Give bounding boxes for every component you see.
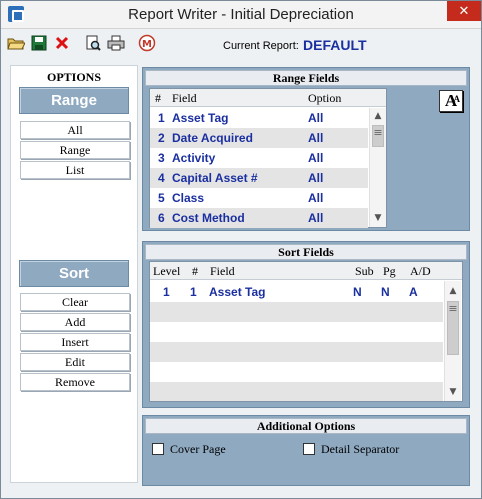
scroll-up-icon[interactable]: ▲ bbox=[445, 283, 461, 299]
sort-row-empty[interactable] bbox=[150, 322, 443, 342]
cover-page-label: Cover Page bbox=[170, 442, 226, 456]
row-level: 1 bbox=[163, 285, 170, 299]
row-sub: N bbox=[353, 285, 362, 299]
col-sub: Sub bbox=[355, 264, 374, 278]
sort-row-empty[interactable] bbox=[150, 362, 443, 382]
scroll-down-icon[interactable]: ▼ bbox=[445, 384, 461, 400]
current-report-label: Current Report: bbox=[223, 40, 299, 52]
row-num: 1 bbox=[158, 111, 165, 125]
row-pg: N bbox=[381, 285, 390, 299]
row-num: 3 bbox=[158, 151, 165, 165]
row-option: All bbox=[308, 211, 324, 225]
row-num: 5 bbox=[158, 191, 165, 205]
additional-options-group: Additional Options Cover Page Detail Sep… bbox=[142, 415, 470, 486]
scroll-thumb[interactable] bbox=[372, 125, 384, 147]
sort-insert-button[interactable]: Insert bbox=[20, 333, 130, 351]
col-num: # bbox=[192, 264, 198, 278]
row-field: Asset Tag bbox=[209, 285, 266, 299]
range-range-button[interactable]: Range bbox=[20, 141, 130, 159]
range-grid-header: # Field Option bbox=[150, 89, 386, 107]
row-num: 6 bbox=[158, 211, 165, 225]
sort-add-button[interactable]: Add bbox=[20, 313, 130, 331]
range-fields-group: Range Fields # Field Option 1 Asset Tag … bbox=[142, 67, 470, 231]
detail-separator-checkbox[interactable] bbox=[303, 443, 315, 455]
range-list-button[interactable]: List bbox=[20, 161, 130, 179]
sort-fields-grid: Level # Field Sub Pg A/D 1 1 Asset Tag N… bbox=[149, 261, 463, 402]
detail-separator-label: Detail Separator bbox=[321, 442, 400, 456]
sort-row-empty[interactable] bbox=[150, 342, 443, 362]
sort-row-empty[interactable] bbox=[150, 302, 443, 322]
close-button[interactable]: ✕ bbox=[447, 1, 481, 21]
sort-remove-button[interactable]: Remove bbox=[20, 373, 130, 391]
col-pg: Pg bbox=[383, 264, 396, 278]
range-row[interactable]: 2 Date Acquired All bbox=[150, 128, 368, 148]
range-all-button[interactable]: All bbox=[20, 121, 130, 139]
range-row[interactable]: 3 Activity All bbox=[150, 148, 368, 168]
row-option: All bbox=[308, 191, 324, 205]
row-field: Class bbox=[172, 191, 205, 205]
row-field: Asset Tag bbox=[172, 111, 229, 125]
sort-grid-header: Level # Field Sub Pg A/D bbox=[150, 262, 462, 280]
font-settings-button[interactable]: AA bbox=[439, 90, 463, 112]
sort-edit-button[interactable]: Edit bbox=[20, 353, 130, 371]
sort-fields-group: Sort Fields Level # Field Sub Pg A/D 1 1… bbox=[142, 241, 470, 408]
range-row[interactable]: 1 Asset Tag All bbox=[150, 108, 368, 128]
current-report-value: DEFAULT bbox=[303, 37, 367, 53]
macro-icon[interactable]: M bbox=[137, 33, 157, 53]
cover-page-checkbox[interactable] bbox=[152, 443, 164, 455]
range-fields-grid: # Field Option 1 Asset Tag All 2 Date Ac… bbox=[149, 88, 387, 228]
row-num: 1 bbox=[190, 285, 197, 299]
sort-fields-title: Sort Fields bbox=[145, 244, 467, 260]
row-field: Cost Method bbox=[172, 211, 245, 225]
row-ad: A bbox=[409, 285, 418, 299]
font-button-sup: A bbox=[453, 94, 461, 104]
delete-icon[interactable] bbox=[52, 33, 72, 53]
save-icon[interactable] bbox=[29, 33, 49, 53]
print-icon[interactable] bbox=[106, 33, 126, 53]
sort-button[interactable]: Sort bbox=[19, 260, 129, 287]
range-row[interactable]: 4 Capital Asset # All bbox=[150, 168, 368, 188]
toolbar: M Current Report: DEFAULT bbox=[2, 30, 480, 60]
col-level: Level bbox=[153, 264, 181, 278]
sort-row[interactable]: 1 1 Asset Tag N N A bbox=[150, 282, 443, 302]
row-field: Capital Asset # bbox=[172, 171, 258, 185]
scroll-up-icon[interactable]: ▲ bbox=[370, 108, 386, 124]
range-row[interactable]: 6 Cost Method All bbox=[150, 208, 368, 228]
open-folder-icon[interactable] bbox=[6, 33, 26, 53]
options-title: OPTIONS bbox=[46, 70, 101, 84]
scroll-down-icon[interactable]: ▼ bbox=[370, 210, 386, 226]
print-preview-icon[interactable] bbox=[83, 33, 103, 53]
row-option: All bbox=[308, 131, 324, 145]
col-num: # bbox=[155, 91, 161, 105]
options-panel: OPTIONS Range All Range List Sort Clear … bbox=[10, 65, 138, 483]
range-row[interactable]: 5 Class All bbox=[150, 188, 368, 208]
row-num: 2 bbox=[158, 131, 165, 145]
additional-options-title: Additional Options bbox=[145, 418, 467, 434]
sort-row-empty[interactable] bbox=[150, 382, 443, 401]
row-option: All bbox=[308, 111, 324, 125]
scroll-thumb[interactable] bbox=[447, 301, 459, 355]
range-button[interactable]: Range bbox=[19, 87, 129, 114]
col-ad: A/D bbox=[410, 264, 431, 278]
range-fields-title: Range Fields bbox=[145, 70, 467, 86]
range-scrollbar[interactable]: ▲ ▼ bbox=[369, 108, 386, 227]
col-field: Field bbox=[172, 91, 197, 105]
col-field: Field bbox=[210, 264, 235, 278]
svg-text:M: M bbox=[142, 39, 152, 50]
row-option: All bbox=[308, 151, 324, 165]
col-option: Option bbox=[308, 91, 342, 105]
title-bar[interactable]: Report Writer - Initial Depreciation ✕ bbox=[1, 1, 481, 29]
row-num: 4 bbox=[158, 171, 165, 185]
row-field: Activity bbox=[172, 151, 216, 165]
row-option: All bbox=[308, 171, 324, 185]
sort-clear-button[interactable]: Clear bbox=[20, 293, 130, 311]
report-writer-window: Report Writer - Initial Depreciation ✕ M… bbox=[0, 0, 482, 499]
row-field: Date Acquired bbox=[172, 131, 253, 145]
sort-scrollbar[interactable]: ▲ ▼ bbox=[444, 281, 461, 401]
window-title: Report Writer - Initial Depreciation bbox=[128, 6, 354, 23]
